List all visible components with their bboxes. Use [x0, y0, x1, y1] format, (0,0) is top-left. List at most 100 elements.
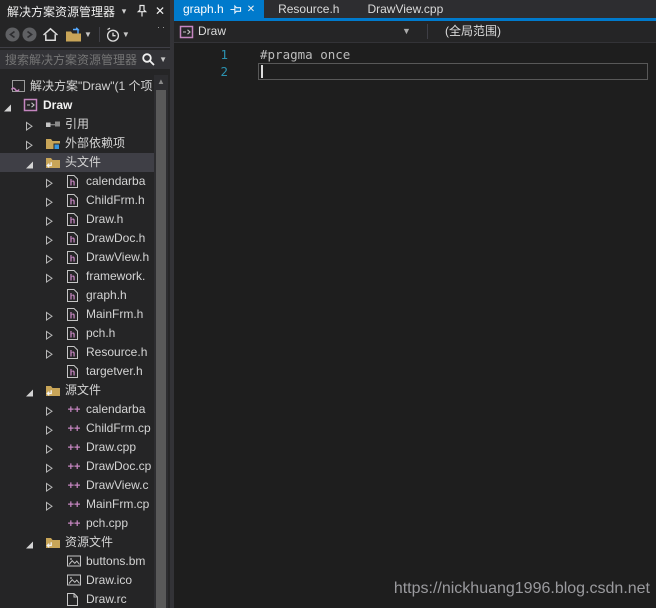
- collapsed-arrow-icon[interactable]: [45, 233, 57, 245]
- search-options-caret-icon[interactable]: ▼: [159, 55, 167, 64]
- collapsed-arrow-icon[interactable]: [45, 328, 57, 340]
- tree-item[interactable]: ++ calendarba: [0, 400, 154, 419]
- tree-item[interactable]: 引用: [0, 115, 154, 134]
- scroll-up-icon[interactable]: ▲: [154, 77, 168, 86]
- expanded-arrow-icon[interactable]: [25, 537, 37, 549]
- cpp-icon: ++: [66, 440, 83, 456]
- collapsed-arrow-icon[interactable]: [45, 423, 57, 435]
- switch-views-button[interactable]: [64, 25, 82, 45]
- references-icon: [45, 117, 62, 133]
- tree-item[interactable]: h calendarba: [0, 172, 154, 191]
- tab-resource-h[interactable]: Resource.h: [264, 0, 353, 18]
- tree-item[interactable]: ++ DrawDoc.cp: [0, 457, 154, 476]
- switch-views-caret-icon[interactable]: ▼: [84, 30, 92, 39]
- tree-item-label: ChildFrm.h: [86, 193, 145, 207]
- current-line-highlight: [258, 63, 648, 80]
- tree-item[interactable]: h framework.: [0, 267, 154, 286]
- cpp-icon: ++: [66, 478, 83, 494]
- line-number: 1: [220, 47, 228, 62]
- expanded-arrow-icon[interactable]: [25, 385, 37, 397]
- tree-item[interactable]: Draw.rc: [0, 590, 154, 608]
- types-dropdown-caret-icon[interactable]: ▼: [402, 21, 411, 42]
- folder-icon: [45, 535, 62, 551]
- tree-item[interactable]: h DrawView.h: [0, 248, 154, 267]
- tree-item[interactable]: ++ pch.cpp: [0, 514, 154, 533]
- code-line[interactable]: 1 #pragma once: [174, 46, 656, 63]
- scope-dropdown[interactable]: (全局范围): [445, 21, 501, 42]
- collapsed-arrow-icon[interactable]: [25, 138, 37, 150]
- collapsed-arrow-icon[interactable]: [45, 347, 57, 359]
- collapsed-arrow-icon[interactable]: [45, 195, 57, 207]
- pin-icon[interactable]: [133, 2, 151, 20]
- tree-item[interactable]: ++ Draw.cpp: [0, 438, 154, 457]
- tree-item[interactable]: h Resource.h: [0, 343, 154, 362]
- tree-item[interactable]: h ChildFrm.h: [0, 191, 154, 210]
- collapsed-arrow-icon[interactable]: [45, 176, 57, 188]
- toolbar-overflow-icon[interactable]: ··: [157, 22, 167, 32]
- tree-item-label: DrawDoc.h: [86, 231, 146, 245]
- folder-icon: [45, 383, 62, 399]
- home-button[interactable]: [42, 25, 59, 45]
- collapsed-arrow-icon[interactable]: [45, 271, 57, 283]
- tree-item-label: 解决方案"Draw"(1 个项: [30, 79, 153, 93]
- pending-changes-filter-button[interactable]: [105, 25, 120, 45]
- tree-item[interactable]: 外部依赖项: [0, 134, 154, 153]
- tab-close-icon[interactable]: ✕: [247, 4, 255, 15]
- tab-drawview-cpp[interactable]: DrawView.cpp: [353, 0, 457, 18]
- code-editor[interactable]: 1 #pragma once 2: [174, 44, 656, 608]
- tree-item[interactable]: h pch.h: [0, 324, 154, 343]
- tree-item[interactable]: h MainFrm.h: [0, 305, 154, 324]
- svg-text:h: h: [70, 178, 76, 188]
- collapsed-arrow-icon[interactable]: [45, 461, 57, 473]
- collapsed-arrow-icon[interactable]: [45, 499, 57, 511]
- tree-item[interactable]: ++ MainFrm.cp: [0, 495, 154, 514]
- header-icon: h: [66, 364, 83, 380]
- header-icon: h: [66, 307, 83, 323]
- header-icon: h: [66, 288, 83, 304]
- tree-item[interactable]: ++ DrawView.c: [0, 476, 154, 495]
- solution-tree: 解决方案"Draw"(1 个项 Draw 引用外部依赖项 头文件 h calendarba…: [0, 75, 170, 608]
- close-icon[interactable]: ✕: [151, 2, 169, 20]
- expanded-arrow-icon[interactable]: [25, 157, 37, 169]
- tree-item[interactable]: 源文件: [0, 381, 154, 400]
- collapsed-arrow-icon[interactable]: [45, 442, 57, 454]
- tab-pin-icon[interactable]: [229, 4, 242, 15]
- collapsed-arrow-icon[interactable]: [45, 480, 57, 492]
- tree-item[interactable]: h Draw.h: [0, 210, 154, 229]
- svg-text:++: ++: [68, 518, 81, 530]
- tree-item[interactable]: h targetver.h: [0, 362, 154, 381]
- tab-label: graph.h: [183, 2, 224, 16]
- collapsed-arrow-icon[interactable]: [45, 252, 57, 264]
- tree-item[interactable]: Draw.ico: [0, 571, 154, 590]
- collapsed-arrow-icon[interactable]: [45, 404, 57, 416]
- collapsed-arrow-icon[interactable]: [45, 309, 57, 321]
- collapsed-arrow-icon[interactable]: [45, 214, 57, 226]
- tree-item[interactable]: 头文件: [0, 153, 154, 172]
- cpp-icon: ++: [66, 421, 83, 437]
- tree-item[interactable]: h DrawDoc.h: [0, 229, 154, 248]
- tree-item[interactable]: 资源文件: [0, 533, 154, 552]
- tree-item-label: calendarba: [86, 174, 146, 188]
- solution-explorer-titlebar: 解决方案资源管理器 ▾ ✕: [0, 0, 170, 22]
- back-button[interactable]: [5, 25, 20, 45]
- window-menu-caret-icon[interactable]: ▾: [115, 2, 133, 20]
- tree-scrollbar[interactable]: ▲: [154, 75, 168, 608]
- expanded-arrow-icon[interactable]: [3, 100, 15, 112]
- svg-text:h: h: [70, 235, 76, 245]
- navbar-separator: [427, 24, 428, 39]
- tree-item-label: Draw: [43, 98, 73, 112]
- tree-item[interactable]: ++ ChildFrm.cp: [0, 419, 154, 438]
- collapsed-arrow-icon[interactable]: [25, 119, 37, 131]
- scrollbar-thumb[interactable]: [156, 90, 166, 608]
- search-icon[interactable]: [141, 52, 156, 67]
- tree-item-label: 引用: [65, 117, 90, 131]
- filter-caret-icon[interactable]: ▼: [122, 30, 130, 39]
- tree-item[interactable]: buttons.bm: [0, 552, 154, 571]
- tree-item[interactable]: Draw: [0, 96, 154, 115]
- tree-item[interactable]: 解决方案"Draw"(1 个项: [0, 77, 154, 96]
- forward-button[interactable]: [22, 25, 37, 45]
- tree-item[interactable]: h graph.h: [0, 286, 154, 305]
- types-dropdown[interactable]: Draw: [198, 21, 226, 42]
- search-input[interactable]: [0, 52, 142, 67]
- tab-graph-h[interactable]: graph.h ✕: [174, 0, 265, 18]
